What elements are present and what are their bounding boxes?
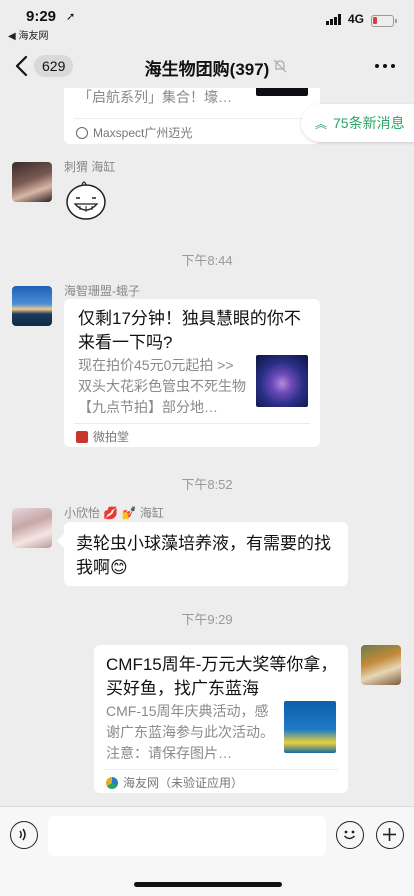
message-bubble[interactable]: 卖轮虫小球藻培养液，有需要的找我啊😊 [64, 522, 348, 586]
card-divider [104, 769, 338, 770]
card-title: CMF15周年-万元大奖等你拿，买好鱼，找广东蓝海 [106, 655, 338, 698]
voice-input-icon[interactable] [10, 821, 38, 849]
avatar[interactable] [12, 162, 52, 202]
location-arrow-icon: ➚ [66, 11, 76, 23]
timestamp: 下午8:52 [181, 477, 233, 492]
card-source-label: Maxspect广州迈光 [93, 126, 193, 140]
card-thumbnail [256, 355, 308, 407]
sender-name: 小欣怡 💋 💅 海缸 [64, 506, 164, 520]
card-source: 海友网（未验证应用） [106, 774, 243, 791]
sender-name: 海智珊盟-蛾子 [64, 284, 140, 298]
avatar[interactable] [12, 286, 52, 326]
chat-title: 海生物团购(397) [144, 60, 270, 79]
card-source: 微拍堂 [76, 428, 129, 445]
home-indicator[interactable] [134, 882, 282, 887]
avatar[interactable] [12, 508, 52, 548]
plus-icon[interactable] [376, 821, 404, 849]
chat-header: 629 海生物团购(397) [0, 44, 414, 88]
link-card[interactable]: 「启航系列」集合！壕… Maxspect广州迈光 [64, 88, 320, 144]
new-messages-label: 75条新消息 [333, 115, 405, 131]
card-divider [74, 423, 310, 424]
card-divider [74, 118, 310, 119]
signal-icon [326, 14, 344, 25]
mute-bell-icon [273, 59, 287, 73]
message-input[interactable] [48, 816, 326, 856]
emoji-icon[interactable] [336, 821, 364, 849]
card-title: 仅剩17分钟！独具慧眼的你不来看一下吗? [78, 309, 301, 352]
status-time: 9:29 [26, 8, 57, 25]
battery-icon [371, 15, 397, 27]
new-messages-button[interactable]: ︽ 75条新消息 [301, 104, 414, 142]
back-to-app-link[interactable]: ◀ 海友网 [8, 27, 48, 42]
chat-messages[interactable]: 「启航系列」集合！壕… Maxspect广州迈光 ︽ 75条新消息 刺猬 海缸 … [0, 88, 414, 806]
link-card[interactable]: 仅剩17分钟！独具慧眼的你不来看一下吗? 现在拍价45元0元起拍 >> 双头大花… [64, 299, 320, 447]
card-source: Maxspect广州迈光 [76, 124, 192, 141]
smiley-sticker[interactable] [62, 176, 112, 226]
timestamp: 下午8:44 [181, 253, 233, 268]
haiyou-logo-icon [106, 776, 118, 789]
my-avatar[interactable] [361, 645, 401, 685]
sender-name: 刺猬 海缸 [64, 160, 116, 174]
card-description: CMF-15周年庆典活动，感谢广东蓝海参与此次活动。注意：请保存图片… [106, 703, 274, 761]
more-options-icon[interactable] [375, 58, 399, 74]
network-type: 4G [348, 12, 365, 26]
status-bar: 9:29 ➚ ◀ 海友网 4G [0, 0, 414, 44]
link-card[interactable]: CMF15周年-万元大奖等你拿，买好鱼，找广东蓝海 CMF-15周年庆典活动，感… [94, 645, 348, 793]
card-description: 现在拍价45元0元起拍 >> 双头大花彩色管虫不死生物【九点节拍】部分地… [78, 357, 246, 415]
card-source-label: 微拍堂 [93, 430, 130, 444]
card-thumbnail [256, 88, 308, 96]
card-source-label: 海友网（未验证应用） [123, 776, 244, 790]
double-chevron-up-icon: ︽ [315, 116, 328, 131]
message-text: 卖轮虫小球藻培养液，有需要的找我啊😊 [76, 534, 331, 577]
card-thumbnail [284, 701, 336, 753]
timestamp: 下午9:29 [181, 612, 233, 627]
weipaitang-logo-icon [76, 430, 88, 443]
maxspect-logo-icon [76, 126, 88, 139]
card-description: 「启航系列」集合！壕… [78, 89, 232, 105]
